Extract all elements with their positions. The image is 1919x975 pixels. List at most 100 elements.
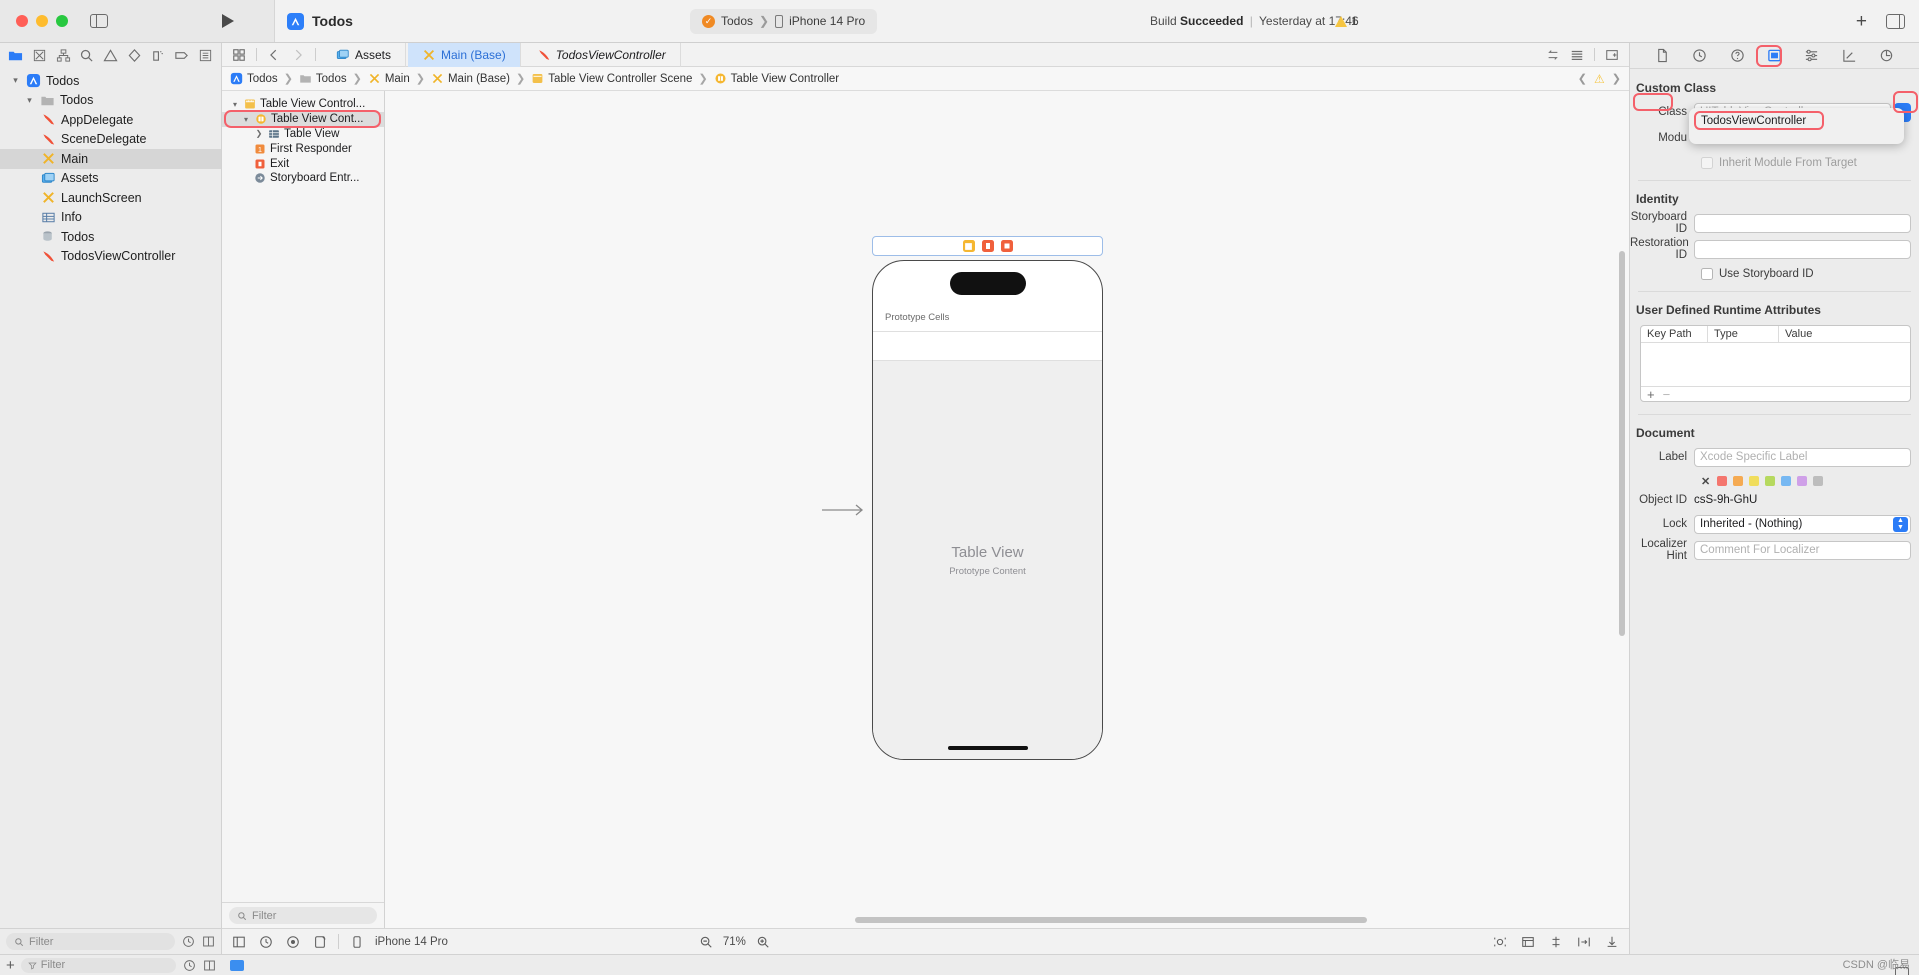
- scene-dock[interactable]: [872, 236, 1103, 256]
- lock-dropdown-chevron-icon[interactable]: ▲▼: [1893, 517, 1908, 532]
- disclosure-triangle-icon[interactable]: ▾: [230, 100, 240, 109]
- history-inspector-icon[interactable]: [1689, 46, 1711, 66]
- disclosure-triangle-icon[interactable]: ▾: [10, 75, 21, 86]
- view-as-icon[interactable]: [230, 933, 248, 951]
- toggle-inspector-icon[interactable]: [1886, 14, 1905, 29]
- tab-main-base[interactable]: Main (Base): [408, 43, 521, 67]
- tab-assets[interactable]: Assets: [322, 43, 406, 67]
- preview-icon[interactable]: [1491, 933, 1509, 951]
- breadcrumb-item-1[interactable]: Todos: [299, 72, 347, 85]
- symbol-navigator-icon[interactable]: [51, 44, 75, 66]
- navigator-filter-input[interactable]: Filter: [6, 933, 175, 950]
- nav-row-launchscreen[interactable]: LaunchScreen: [0, 188, 221, 208]
- canvas-zoom-level[interactable]: 71%: [723, 936, 746, 948]
- nav-row-main-storyboard[interactable]: Main: [0, 149, 221, 169]
- storyboard-id-input[interactable]: [1694, 214, 1911, 233]
- project-navigator-tree[interactable]: ▾ Todos ▾ Todos AppDelegate: [0, 67, 221, 928]
- run-button[interactable]: [222, 14, 234, 28]
- source-control-navigator-icon[interactable]: [28, 44, 52, 66]
- help-inspector-icon[interactable]: [1726, 46, 1748, 66]
- inherit-module-checkbox[interactable]: [1701, 157, 1713, 169]
- source-control-status-icon[interactable]: [202, 958, 216, 972]
- window-controls[interactable]: [16, 15, 68, 27]
- nav-row-todos-datamodel[interactable]: Todos: [0, 227, 221, 247]
- breadcrumb-item-2[interactable]: Main: [368, 72, 410, 85]
- autocomplete-option-todosviewcontroller[interactable]: TodosViewController: [1695, 112, 1898, 130]
- navigate-forward-icon[interactable]: [287, 45, 309, 65]
- code-review-icon[interactable]: [1542, 45, 1564, 65]
- close-window-button[interactable]: [16, 15, 28, 27]
- restoration-id-input[interactable]: [1694, 240, 1911, 259]
- add-constraints-icon[interactable]: [1575, 933, 1593, 951]
- issue-navigator-icon[interactable]: [99, 44, 123, 66]
- first-responder-dock-icon[interactable]: [982, 240, 994, 252]
- size-inspector-icon[interactable]: [1838, 46, 1860, 66]
- swatch-red[interactable]: [1717, 476, 1727, 486]
- align-icon[interactable]: [1547, 933, 1565, 951]
- nav-row-todosviewcontroller[interactable]: TodosViewController: [0, 247, 221, 267]
- find-navigator-icon[interactable]: [75, 44, 99, 66]
- next-issue-icon[interactable]: ❯: [1612, 72, 1621, 85]
- exit-dock-icon[interactable]: [1001, 240, 1013, 252]
- add-file-button[interactable]: +: [6, 958, 15, 973]
- inherit-module-row[interactable]: Inherit Module From Target: [1630, 153, 1919, 173]
- swatch-orange[interactable]: [1733, 476, 1743, 486]
- outline-filter-input[interactable]: Filter: [229, 907, 377, 924]
- update-frames-icon[interactable]: [257, 933, 275, 951]
- tab-overview-icon[interactable]: [228, 45, 250, 65]
- status-filter-input[interactable]: Filter: [21, 958, 176, 973]
- localizer-hint-input[interactable]: Comment For Localizer: [1694, 541, 1911, 560]
- project-navigator-icon[interactable]: [4, 44, 28, 66]
- use-storyboard-id-row[interactable]: Use Storyboard ID: [1630, 264, 1919, 284]
- add-runtime-attribute-button[interactable]: +: [1647, 387, 1655, 402]
- file-inspector-icon[interactable]: [1651, 46, 1673, 66]
- nav-row-todos-folder[interactable]: ▾ Todos: [0, 91, 221, 111]
- build-status[interactable]: Build Succeeded | Yesterday at 17:46: [1150, 14, 1359, 28]
- report-navigator-icon[interactable]: [193, 44, 217, 66]
- debug-navigator-icon[interactable]: [146, 44, 170, 66]
- table-view-placeholder[interactable]: Table View Prototype Content: [873, 361, 1102, 759]
- breadcrumb-item-3[interactable]: Main (Base): [431, 72, 510, 85]
- resolve-issues-icon[interactable]: [1603, 933, 1621, 951]
- scheme-selector[interactable]: ✓ Todos ❯ iPhone 14 Pro: [690, 9, 877, 34]
- tab-todosviewcontroller[interactable]: TodosViewController: [523, 43, 681, 67]
- disclosure-triangle-icon[interactable]: ▾: [241, 115, 251, 124]
- outline-row-storyboard-entry[interactable]: Storyboard Entr...: [222, 171, 384, 186]
- view-controller-dock-icon[interactable]: [963, 240, 975, 252]
- editor-options-icon[interactable]: [1566, 45, 1588, 65]
- folder-icon[interactable]: [230, 960, 244, 971]
- zoom-out-icon[interactable]: [697, 933, 715, 951]
- device-orientation-icon[interactable]: [311, 933, 329, 951]
- canvas-horizontal-scrollbar[interactable]: [855, 917, 1367, 923]
- nav-row-appdelegate[interactable]: AppDelegate: [0, 110, 221, 130]
- zoom-in-icon[interactable]: [754, 933, 772, 951]
- nav-row-info-plist[interactable]: Info: [0, 208, 221, 228]
- previous-issue-icon[interactable]: ❮: [1578, 72, 1587, 85]
- recent-filter-icon[interactable]: [182, 958, 196, 972]
- document-color-swatches[interactable]: ✕: [1630, 472, 1919, 490]
- runtime-attributes-table[interactable]: Key Path Type Value + −: [1640, 325, 1911, 402]
- interface-builder-canvas[interactable]: Prototype Cells Table View Prototype Con…: [385, 91, 1629, 928]
- nav-row-todos-project[interactable]: ▾ Todos: [0, 71, 221, 91]
- swatch-green[interactable]: [1765, 476, 1775, 486]
- toggle-navigator-icon[interactable]: [90, 14, 108, 28]
- swatch-yellow[interactable]: [1749, 476, 1759, 486]
- navigate-back-icon[interactable]: [263, 45, 285, 65]
- variations-icon[interactable]: [284, 933, 302, 951]
- runtime-attributes-empty-area[interactable]: [1641, 343, 1910, 386]
- remove-runtime-attribute-button[interactable]: −: [1663, 387, 1671, 402]
- library-list-icon[interactable]: [1519, 933, 1537, 951]
- swatch-purple[interactable]: [1797, 476, 1807, 486]
- outline-row-scene[interactable]: ▾ Table View Control...: [222, 97, 384, 112]
- attributes-inspector-icon[interactable]: [1801, 46, 1823, 66]
- nav-row-scenedelegate[interactable]: SceneDelegate: [0, 130, 221, 150]
- recent-files-filter-icon[interactable]: [181, 935, 195, 949]
- clear-color-icon[interactable]: ✕: [1701, 475, 1710, 488]
- disclosure-triangle-icon[interactable]: ▾: [24, 95, 35, 106]
- lock-dropdown[interactable]: Inherited - (Nothing) ▲▼: [1694, 515, 1911, 534]
- canvas-surface[interactable]: Prototype Cells Table View Prototype Con…: [385, 91, 1629, 928]
- outline-row-table-view[interactable]: ❯ Table View: [222, 127, 384, 142]
- connections-inspector-icon[interactable]: [1876, 46, 1898, 66]
- canvas-vertical-scrollbar[interactable]: [1619, 251, 1625, 636]
- outline-row-first-responder[interactable]: 1 First Responder: [222, 141, 384, 156]
